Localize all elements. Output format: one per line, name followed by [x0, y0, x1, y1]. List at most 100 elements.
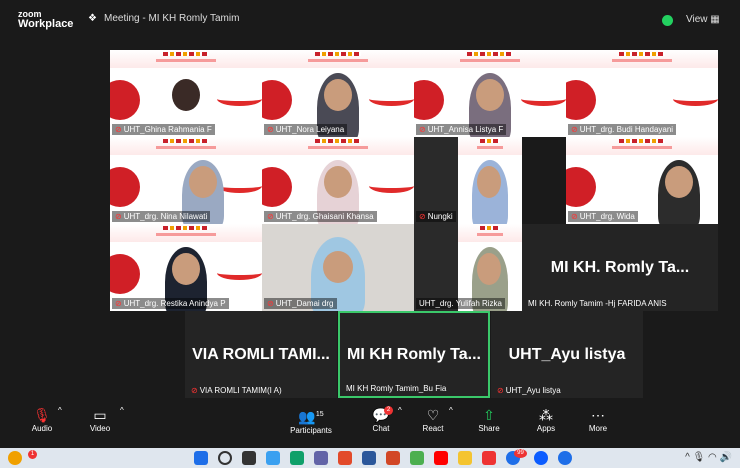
video-tile[interactable]: ⊘ Nungki	[414, 137, 522, 224]
mic-muted-icon: ⊘	[571, 212, 578, 221]
participant-name: ⊘ UHT_drg. Budi Handayani	[568, 124, 677, 135]
mic-muted-icon: ⊘	[571, 125, 578, 134]
participant-display-name: UHT_Ayu listya	[508, 345, 626, 363]
participant-video	[652, 160, 706, 224]
search-icon[interactable]	[218, 451, 232, 465]
name-tile[interactable]: UHT_Ayu listya ⊘ UHT_Ayu listya	[491, 311, 643, 398]
chat-button[interactable]: 💬 Chat 2	[368, 406, 394, 433]
title-bar: zoom Workplace ❖ Meeting - MI KH Romly Ta…	[0, 0, 740, 38]
participant-name: ⊘ UHT_Nora Leiyana	[264, 124, 348, 135]
mic-muted-icon: ⊘	[267, 212, 274, 221]
system-tray[interactable]: ^ 🎙 ◠ 🔊	[685, 452, 732, 463]
chrome-icon[interactable]	[410, 451, 424, 465]
react-options-chevron-icon[interactable]: ^	[449, 406, 453, 415]
youtube-icon[interactable]	[434, 451, 448, 465]
mic-muted-icon: ⊘	[115, 212, 122, 221]
audio-button[interactable]: 🎙 Audio	[28, 406, 56, 433]
notification-badge: 1	[28, 450, 37, 459]
video-tile[interactable]: ⊘ UHT_Ghina Rahmania F	[110, 50, 262, 137]
more-button[interactable]: ⋯ More	[585, 406, 611, 433]
participant-display-name: MI KH. Romly Ta...	[550, 258, 690, 276]
share-button[interactable]: ⇧ Share	[476, 406, 502, 433]
video-tile[interactable]: ⊘ UHT_drg. Nina Nilawati	[110, 137, 262, 224]
grid-icon: ▦	[710, 14, 720, 25]
participant-name: ⊘ VIA ROMLI TAMIM(I A)	[191, 386, 282, 395]
windows-taskbar: 1 99 ^ 🎙 ◠ 🔊	[0, 448, 740, 468]
app-icon[interactable]	[482, 451, 496, 465]
more-icon: ⋯	[591, 407, 605, 423]
participant-name: ⊘ UHT_drg. Restika Anindya P	[112, 298, 229, 309]
video-tile[interactable]: ⊘ UHT_Damai drg	[262, 224, 414, 311]
video-options-chevron-icon[interactable]: ^	[120, 406, 124, 415]
brand-bottom: Workplace	[18, 18, 74, 30]
meeting-toolbar: 🎙 Audio ^ ▭ Video ^ 👥15 Participants 💬 Chat …	[0, 400, 740, 448]
video-button[interactable]: ▭ Video	[86, 406, 114, 433]
participant-video	[470, 160, 510, 224]
chat-badge: 2	[384, 406, 393, 415]
weather-widget-icon[interactable]	[8, 451, 22, 465]
meeting-icon: ❖	[88, 13, 97, 24]
mic-muted-icon: ⊘	[191, 386, 198, 395]
participant-name: ⊘ UHT_drg. Ghaisani Khansa	[264, 211, 377, 222]
word-icon[interactable]	[362, 451, 376, 465]
app-icon[interactable]	[386, 451, 400, 465]
task-view-icon[interactable]	[242, 451, 256, 465]
participant-name: ⊘ UHT_drg. Nina Nilawati	[112, 211, 211, 222]
chat-options-chevron-icon[interactable]: ^	[398, 406, 402, 415]
mic-muted-icon: ⊘	[267, 299, 274, 308]
apps-button[interactable]: ⁂ Apps	[533, 406, 559, 433]
name-tile[interactable]: MI KH. Romly Ta... MI KH. Romly Tamim -H…	[522, 224, 718, 311]
participant-name: MI KH. Romly Tamim -Hj FARIDA ANIS	[528, 299, 667, 308]
participant-name: UHT_drg. Yulifah Rizka	[416, 298, 505, 309]
tray-chevron-icon[interactable]: ^	[685, 452, 690, 463]
mic-muted-icon: ⊘	[497, 386, 504, 395]
mic-muted-icon: 🎙	[33, 407, 51, 423]
participant-name: ⊘ UHT_Annisa Listya F	[416, 124, 507, 135]
participant-name: ⊘ UHT_drg. Wida	[568, 211, 638, 222]
participant-name: ⊘ UHT_Ayu listya	[497, 386, 561, 395]
mic-muted-icon: ⊘	[115, 299, 122, 308]
video-tile[interactable]: ⊘ UHT_Nora Leiyana	[262, 50, 414, 137]
video-tile[interactable]: ⊘ UHT_Annisa Listya F	[414, 50, 566, 137]
mic-muted-icon: ⊘	[419, 212, 426, 221]
participant-name: ⊘ Nungki	[416, 211, 456, 222]
audio-options-chevron-icon[interactable]: ^	[58, 406, 62, 415]
video-stage: ⊘ UHT_Ghina Rahmania F ⊘ UHT_Nora Leiyana …	[0, 38, 740, 400]
app-icon[interactable]	[558, 451, 572, 465]
video-tile[interactable]: ⊘ UHT_drg. Budi Handayani	[566, 50, 718, 137]
video-tile[interactable]: UHT_drg. Yulifah Rizka	[414, 224, 522, 311]
start-icon[interactable]	[194, 451, 208, 465]
app-icon[interactable]	[338, 451, 352, 465]
participants-button[interactable]: 👥15 Participants	[288, 406, 334, 435]
participant-name: ⊘ UHT_Damai drg	[264, 298, 337, 309]
wifi-icon: ◠	[708, 452, 717, 463]
app-icon[interactable]	[266, 451, 280, 465]
name-tile[interactable]: VIA ROMLI TAMI... ⊘ VIA ROMLI TAMIM(I A)	[185, 311, 337, 398]
mic-muted-icon: ⊘	[419, 125, 426, 134]
volume-icon: 🔊	[719, 452, 732, 463]
mic-muted-icon: ⊘	[267, 125, 274, 134]
camera-icon: ▭	[93, 407, 107, 423]
participant-name: MI KH Romly Tamim_Bu Fia	[346, 384, 447, 393]
apps-icon: ⁂	[539, 407, 553, 423]
mic-icon: 🎙	[692, 452, 706, 463]
mic-muted-icon: ⊘	[115, 125, 122, 134]
participants-icon: 👥15	[298, 408, 324, 425]
react-button[interactable]: ♡ React	[420, 406, 446, 433]
share-screen-icon: ⇧	[483, 407, 495, 423]
video-tile[interactable]: ⊘ UHT_drg. Wida	[566, 137, 718, 224]
edge-icon[interactable]	[290, 451, 304, 465]
name-tile-active-speaker[interactable]: MI KH Romly Ta... MI KH Romly Tamim_Bu F…	[338, 311, 490, 398]
video-tile[interactable]: ⊘ UHT_drg. Ghaisani Khansa	[262, 137, 414, 224]
heart-icon: ♡	[426, 407, 440, 423]
participant-name: ⊘ UHT_Ghina Rahmania F	[112, 124, 215, 135]
folder-icon[interactable]	[458, 451, 472, 465]
zoom-logo: zoom Workplace	[18, 9, 74, 30]
teams-icon[interactable]	[314, 451, 328, 465]
video-tile[interactable]: ⊘ UHT_drg. Restika Anindya P	[110, 224, 262, 311]
participant-display-name: MI KH Romly Ta...	[347, 346, 481, 364]
zoom-icon[interactable]	[534, 451, 548, 465]
meeting-title: ❖ Meeting - MI KH Romly Tamim	[88, 13, 240, 24]
view-button[interactable]: View ▦	[686, 14, 720, 25]
security-shield-icon[interactable]	[662, 15, 673, 26]
